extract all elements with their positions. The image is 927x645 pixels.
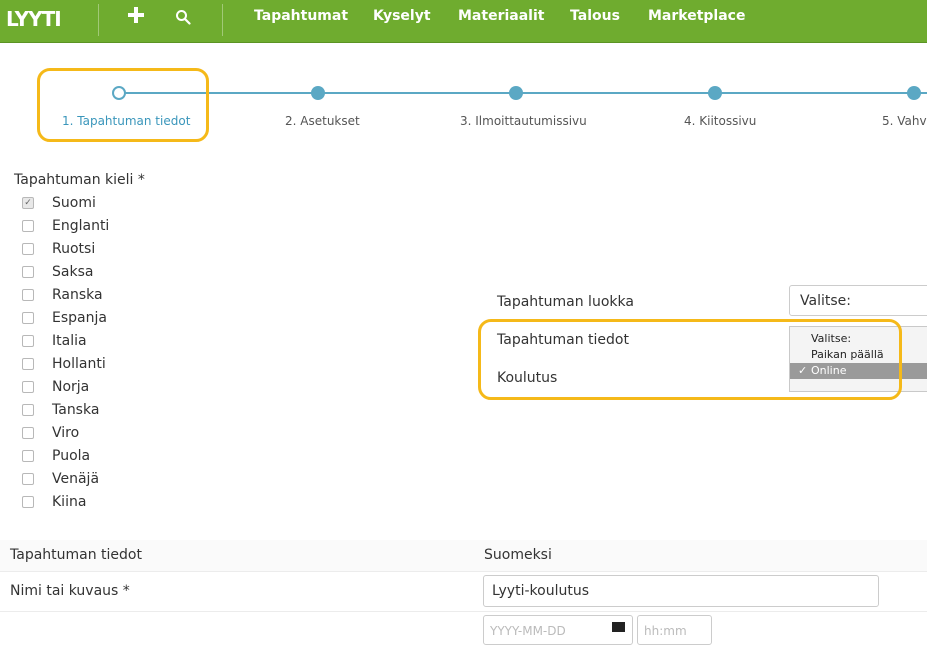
- category-label: Tapahtuman luokka: [497, 294, 634, 310]
- language-option[interactable]: Venäjä: [22, 469, 99, 489]
- language-option[interactable]: Espanja: [22, 308, 107, 328]
- language-option-label: Venäjä: [52, 471, 100, 487]
- search-icon[interactable]: [175, 9, 191, 29]
- step-2-label[interactable]: 2. Asetukset: [285, 114, 360, 128]
- language-option[interactable]: Viro: [22, 423, 79, 443]
- language-option-label: Puola: [52, 448, 91, 464]
- language-option[interactable]: Englanti: [22, 216, 109, 236]
- checkbox-checked[interactable]: ✓: [22, 197, 34, 209]
- lyyti-logo[interactable]: LYYTI: [6, 7, 62, 31]
- form-header-row: Tapahtuman tiedot Suomeksi: [0, 540, 927, 572]
- checkbox[interactable]: [22, 289, 34, 301]
- language-option[interactable]: Ruotsi: [22, 239, 95, 259]
- step-3-label[interactable]: 3. Ilmoittautumissivu: [460, 114, 587, 128]
- language-option[interactable]: Norja: [22, 377, 89, 397]
- language-option[interactable]: Puola: [22, 446, 90, 466]
- calendar-icon[interactable]: [612, 622, 625, 632]
- language-option-label: Saksa: [52, 264, 94, 280]
- language-option[interactable]: Kiina: [22, 492, 86, 512]
- step-3-dot[interactable]: [509, 86, 523, 100]
- language-option-label: Espanja: [52, 310, 107, 326]
- language-option-label: Italia: [52, 333, 87, 349]
- checkbox[interactable]: [22, 496, 34, 508]
- nav-talous[interactable]: Talous: [570, 8, 620, 24]
- highlight-frame-step: [37, 68, 209, 142]
- step-5-label[interactable]: 5. Vahvis: [882, 114, 927, 128]
- language-option-label: Kiina: [52, 494, 87, 510]
- divider: [222, 4, 223, 36]
- name-input[interactable]: Lyyti-koulutus: [483, 575, 879, 607]
- language-option-label: Viro: [52, 425, 80, 441]
- language-option[interactable]: Tanska: [22, 400, 99, 420]
- language-option[interactable]: Italia: [22, 331, 87, 351]
- divider: [98, 4, 99, 36]
- language-option-label: Tanska: [52, 402, 100, 418]
- language-column-header: Suomeksi: [484, 547, 552, 563]
- checkbox[interactable]: [22, 358, 34, 370]
- nav-tapahtumat[interactable]: Tapahtumat: [254, 8, 348, 24]
- step-4-label[interactable]: 4. Kiitossivu: [684, 114, 756, 128]
- language-option-label: Englanti: [52, 218, 110, 234]
- language-title: Tapahtuman kieli *: [14, 172, 145, 188]
- step-2-dot[interactable]: [311, 86, 325, 100]
- language-option[interactable]: Saksa: [22, 262, 93, 282]
- checkbox[interactable]: [22, 381, 34, 393]
- language-option-label: Norja: [52, 379, 90, 395]
- nav-kyselyt[interactable]: Kyselyt: [373, 8, 431, 24]
- section-label: Tapahtuman tiedot: [10, 547, 142, 563]
- checkbox[interactable]: [22, 404, 34, 416]
- language-option[interactable]: ✓ Suomi: [22, 193, 96, 213]
- language-option-label: Ruotsi: [52, 241, 96, 257]
- name-label: Nimi tai kuvaus *: [10, 583, 130, 599]
- date-input[interactable]: YYYY-MM-DD: [483, 615, 633, 645]
- language-option[interactable]: Ranska: [22, 285, 103, 305]
- add-icon[interactable]: [127, 6, 145, 28]
- nav-materiaalit[interactable]: Materiaalit: [458, 8, 544, 24]
- checkbox[interactable]: [22, 220, 34, 232]
- step-4-dot[interactable]: [708, 86, 722, 100]
- stepper-line: [119, 92, 927, 94]
- category-select[interactable]: Valitse:: [789, 285, 927, 316]
- checkbox[interactable]: [22, 450, 34, 462]
- nav-marketplace[interactable]: Marketplace: [648, 8, 745, 24]
- time-input[interactable]: hh:mm: [637, 615, 712, 645]
- language-option-label: Ranska: [52, 287, 103, 303]
- checkbox[interactable]: [22, 427, 34, 439]
- checkbox[interactable]: [22, 312, 34, 324]
- checkbox[interactable]: [22, 473, 34, 485]
- highlight-frame-category: [478, 319, 902, 400]
- checkbox[interactable]: [22, 243, 34, 255]
- checkbox[interactable]: [22, 266, 34, 278]
- language-option[interactable]: Hollanti: [22, 354, 106, 374]
- step-5-dot[interactable]: [907, 86, 921, 100]
- checkbox[interactable]: [22, 335, 34, 347]
- top-navigation-bar: LYYTI Tapahtumat Kyselyt Materiaalit Tal…: [0, 0, 927, 43]
- language-option-label: Suomi: [52, 195, 96, 211]
- language-option-label: Hollanti: [52, 356, 106, 372]
